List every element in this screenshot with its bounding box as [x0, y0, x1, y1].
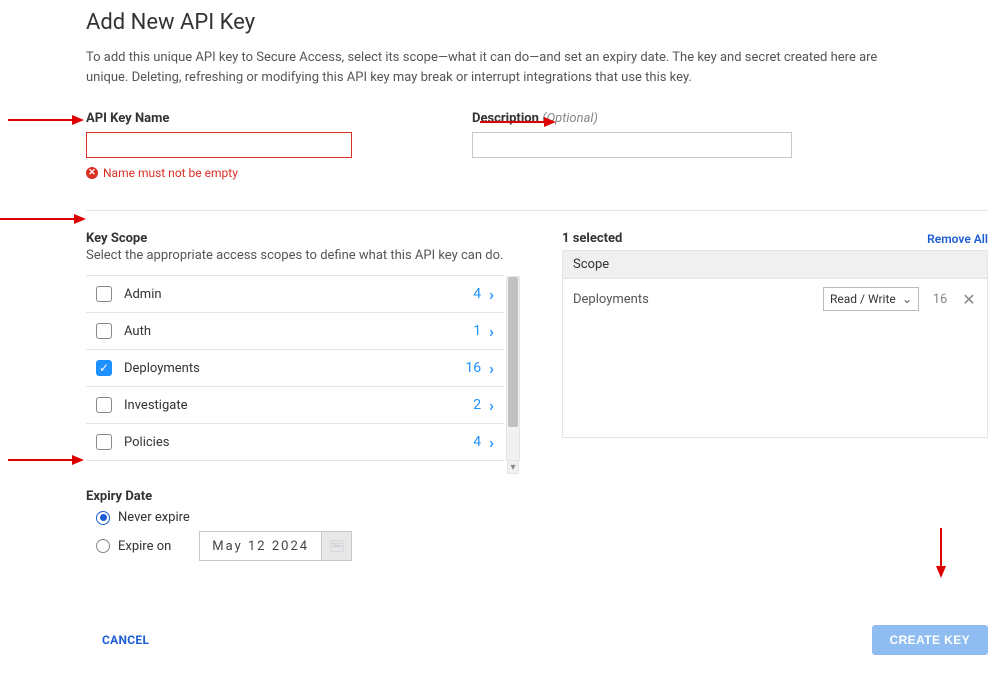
create-key-button[interactable]: CREATE KEY: [872, 625, 988, 655]
expiry-never-label: Never expire: [118, 510, 190, 525]
scrollbar[interactable]: ▾: [506, 276, 520, 461]
selected-scope-name: Deployments: [573, 292, 813, 307]
chevron-right-icon: ›: [489, 322, 494, 341]
description-label-text: Description: [472, 111, 539, 126]
description-label: Description (Optional): [472, 111, 792, 126]
calendar-icon[interactable]: [321, 532, 351, 560]
api-key-name-label: API Key Name: [86, 111, 352, 126]
col-scope: Scope: [573, 257, 609, 272]
scope-row-admin[interactable]: Admin 4 ›: [86, 276, 504, 313]
selected-row-deployments: Deployments Read / Write ⌄ 16 ✕: [563, 279, 987, 319]
checkbox[interactable]: [96, 434, 112, 450]
selected-scopes-table: Scope Deployments Read / Write ⌄ 16 ✕: [562, 250, 988, 438]
checkbox[interactable]: [96, 323, 112, 339]
expiry-never-option[interactable]: Never expire: [96, 510, 504, 525]
checkbox[interactable]: [96, 286, 112, 302]
scope-row-deployments[interactable]: Deployments 16 ›: [86, 350, 504, 387]
api-key-name-input[interactable]: [86, 132, 352, 158]
selected-table-header: Scope: [563, 251, 987, 279]
scope-row-investigate[interactable]: Investigate 2 ›: [86, 387, 504, 424]
description-input[interactable]: [472, 132, 792, 158]
annotation-arrow: [8, 115, 84, 125]
chevron-right-icon: ›: [489, 359, 494, 378]
selected-scope-count: 16: [929, 292, 951, 307]
checkbox[interactable]: [96, 360, 112, 376]
scrollbar-arrow-down[interactable]: ▾: [507, 460, 519, 474]
scope-label: Investigate: [124, 398, 473, 413]
scope-label: Deployments: [124, 361, 465, 376]
chevron-down-icon: ⌄: [902, 292, 912, 306]
expiry-date-text: May 12 2024: [200, 539, 321, 554]
key-scope-heading: Key Scope: [86, 231, 504, 246]
scope-label: Admin: [124, 287, 473, 302]
scope-row-policies[interactable]: Policies 4 ›: [86, 424, 504, 461]
intro-text: To add this unique API key to Secure Acc…: [86, 48, 906, 87]
expiry-on-label: Expire on: [118, 539, 171, 554]
annotation-arrow: [0, 214, 86, 224]
remove-row-icon[interactable]: ✕: [961, 290, 977, 309]
scope-count: 4: [473, 434, 481, 450]
scope-count: 1: [473, 323, 481, 339]
page-title: Add New API Key: [86, 10, 988, 35]
chevron-right-icon: ›: [489, 285, 494, 304]
scope-count: 2: [473, 397, 481, 413]
divider: [86, 210, 988, 211]
permission-select[interactable]: Read / Write ⌄: [823, 287, 919, 311]
scope-row-auth[interactable]: Auth 1 ›: [86, 313, 504, 350]
scope-list: ▾ Admin 4 › Auth 1 › Deployments: [86, 275, 504, 461]
scope-count: 4: [473, 286, 481, 302]
name-error-message: ✕ Name must not be empty: [86, 166, 352, 180]
scope-count: 16: [465, 360, 481, 376]
chevron-right-icon: ›: [489, 433, 494, 452]
checkbox[interactable]: [96, 397, 112, 413]
cancel-button[interactable]: CANCEL: [86, 633, 149, 647]
selected-count: 1 selected: [562, 231, 622, 246]
scope-label: Policies: [124, 435, 473, 450]
scrollbar-thumb[interactable]: [508, 277, 518, 427]
remove-all-link[interactable]: Remove All: [927, 232, 988, 246]
expiry-on-option[interactable]: Expire on May 12 2024: [96, 531, 504, 561]
scope-label: Auth: [124, 324, 473, 339]
name-error-text: Name must not be empty: [103, 166, 238, 180]
chevron-right-icon: ›: [489, 396, 494, 415]
key-scope-sub: Select the appropriate access scopes to …: [86, 248, 504, 263]
optional-hint: (Optional): [542, 111, 598, 126]
annotation-arrow: [8, 455, 84, 465]
radio[interactable]: [96, 511, 110, 525]
radio[interactable]: [96, 539, 110, 553]
permission-value: Read / Write: [830, 292, 896, 306]
expiry-date-input[interactable]: May 12 2024: [199, 531, 352, 561]
expiry-heading: Expiry Date: [86, 489, 504, 504]
error-icon: ✕: [86, 167, 98, 179]
